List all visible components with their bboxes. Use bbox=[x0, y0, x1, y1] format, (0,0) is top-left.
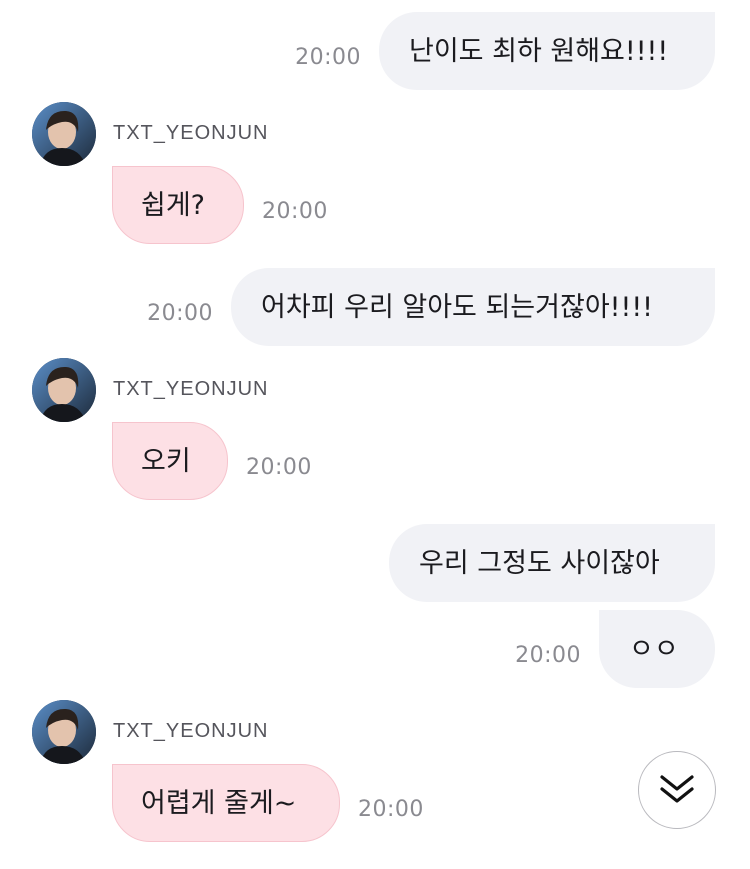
message-row-incoming: 쉽게? 20:00 bbox=[112, 166, 328, 244]
message-row-incoming: 어렵게 줄게~ 20:00 bbox=[112, 764, 424, 842]
message-row-outgoing: 20:00 난이도 최하 원해요!!!! bbox=[295, 12, 715, 90]
message-row-incoming: 오키 20:00 bbox=[112, 422, 312, 500]
double-chevron-down-icon bbox=[660, 775, 694, 803]
avatar[interactable] bbox=[32, 700, 96, 764]
outgoing-message-bubble[interactable]: 어차피 우리 알아도 되는거잖아!!!! bbox=[231, 268, 715, 346]
outgoing-message-bubble[interactable]: 우리 그정도 사이잖아 bbox=[389, 524, 715, 602]
sender-name: TXT_YEONJUN bbox=[113, 122, 269, 144]
message-timestamp: 20:00 bbox=[295, 45, 361, 70]
message-timestamp: 20:00 bbox=[262, 199, 328, 224]
incoming-message-bubble[interactable]: 오키 bbox=[112, 422, 228, 500]
message-row-outgoing: 20:00 어차피 우리 알아도 되는거잖아!!!! bbox=[147, 268, 715, 346]
message-timestamp: 20:00 bbox=[358, 797, 424, 822]
sender-name: TXT_YEONJUN bbox=[113, 720, 269, 742]
outgoing-message-bubble[interactable]: 난이도 최하 원해요!!!! bbox=[379, 12, 715, 90]
message-row-outgoing: 우리 그정도 사이잖아 bbox=[389, 524, 715, 602]
avatar[interactable] bbox=[32, 358, 96, 422]
incoming-message-bubble[interactable]: 어렵게 줄게~ bbox=[112, 764, 340, 842]
message-row-outgoing: 20:00 ㅇㅇ bbox=[515, 610, 715, 688]
incoming-message-bubble[interactable]: 쉽게? bbox=[112, 166, 244, 244]
message-timestamp: 20:00 bbox=[246, 455, 312, 480]
avatar[interactable] bbox=[32, 102, 96, 166]
message-timestamp: 20:00 bbox=[515, 643, 581, 668]
message-timestamp: 20:00 bbox=[147, 301, 213, 326]
scroll-to-bottom-button[interactable] bbox=[638, 751, 716, 829]
outgoing-message-bubble[interactable]: ㅇㅇ bbox=[599, 610, 715, 688]
sender-name: TXT_YEONJUN bbox=[113, 378, 269, 400]
